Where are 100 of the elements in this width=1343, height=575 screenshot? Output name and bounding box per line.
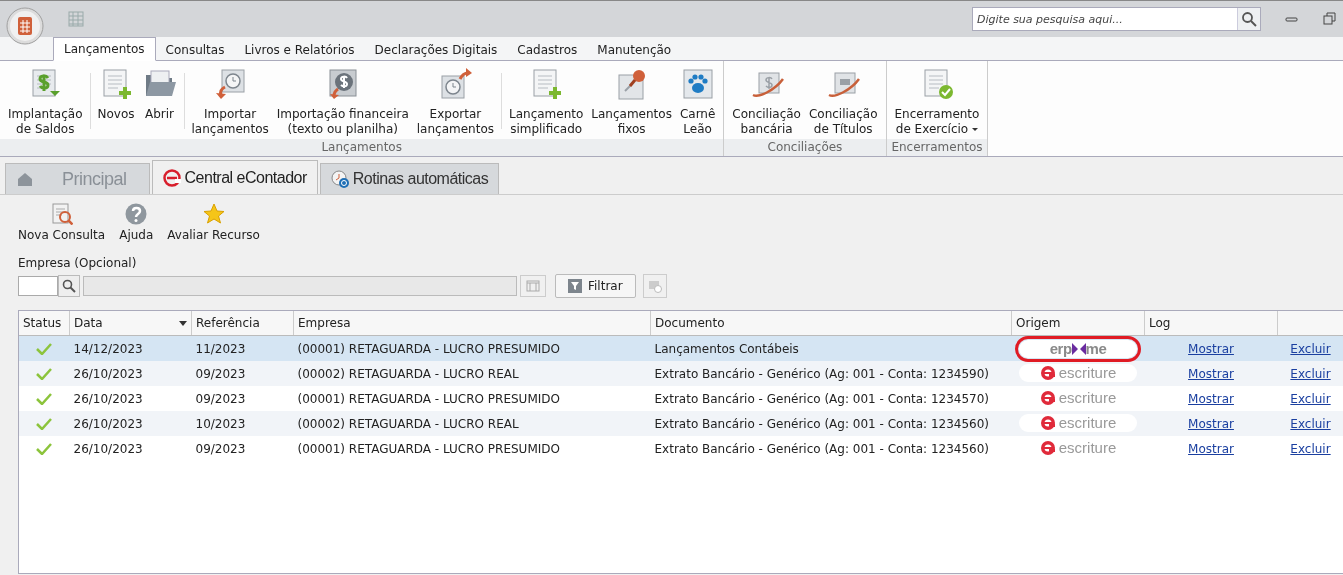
e-logo-icon [1039,439,1056,456]
column-header[interactable]: Empresa [293,311,651,336]
help-icon [125,203,148,225]
column-header[interactable]: Data [69,311,192,336]
ribbon-tab[interactable]: Cadastros [507,39,588,61]
ribbon-button[interactable]: Implantação de Saldos [4,67,87,137]
calculator-icon[interactable] [68,11,84,27]
ribbon-button[interactable]: Novos [93,67,139,122]
toolbar-button[interactable]: Avaliar Recurso [167,203,260,242]
document-tab[interactable]: Rotinas automáticas [319,163,500,194]
group-label: Encerramentos [886,139,988,156]
delete-link[interactable]: Excluir [1290,341,1331,356]
column-header[interactable] [1277,311,1343,336]
e-logo-icon [1039,364,1056,381]
table-cell: 26/10/2023 [69,436,192,461]
double-arrow-icon [1071,342,1086,355]
ribbon-tab[interactable]: Declarações Digitais [364,39,508,61]
table-cell: 26/10/2023 [69,361,192,386]
clock-import-icon [213,67,248,101]
company-field[interactable] [83,276,517,296]
column-header[interactable]: Origem [1011,311,1145,336]
column-header[interactable]: Log [1144,311,1278,336]
ribbon-tab[interactable]: Manutenção [587,39,682,61]
toolbar-button[interactable]: Nova Consulta [18,203,106,242]
group-label: Lançamentos [0,139,724,156]
search-box[interactable]: Digite sua pesquisa aqui... [972,7,1261,31]
field-label: Empresa (Opcional) [18,256,138,270]
ribbon-button[interactable]: Conciliação bancária [728,67,805,137]
home-icon [16,170,34,188]
table-cell: 11/2023 [191,335,294,361]
search-button[interactable] [58,275,80,297]
table-cell: Lançamentos Contábeis [650,335,1012,361]
ribbon-button[interactable]: Exportar lançamentos [412,67,498,137]
table-row[interactable]: 26/10/2023 09/2023 (00002) RETAGUARDA - LUCRO REAL Extrato Bancário - Genérico (Ag: 001 - Conta: 1234590) escriture Mostrar Excluir [19,361,1343,386]
log-link[interactable]: Mostrar [1188,366,1234,381]
table-cell: 26/10/2023 [69,411,192,436]
eraser-icon [646,279,663,293]
log-link[interactable]: Mostrar [1188,416,1234,431]
table-cell: (00002) RETAGUARDA - LUCRO REAL [293,361,651,386]
log-link[interactable]: Mostrar [1188,441,1234,456]
table-cell: 14/12/2023 [69,335,192,361]
ribbon-button[interactable]: Carnê Leão [675,67,720,137]
table-cell: Extrato Bancário - Genérico (Ag: 001 - Conta: 1234560) [650,436,1012,461]
column-header[interactable]: Documento [650,311,1012,336]
ribbon-button[interactable]: Importar lançamentos [187,67,273,137]
delete-link[interactable]: Excluir [1290,441,1331,456]
table-cell: (00001) RETAGUARDA - LUCRO PRESUMIDO [293,436,651,461]
columns-icon [526,280,540,292]
ribbon-button[interactable]: Abrir [138,67,181,122]
delete-link[interactable]: Excluir [1290,366,1331,381]
e-logo-icon [1039,414,1056,431]
ribbon-tab[interactable]: Consultas [155,39,235,61]
origin-logo: escriture [1019,363,1137,382]
toolbar-button[interactable]: Ajuda [119,203,154,242]
ribbon-button[interactable]: Encerramento de Exercício [890,67,984,137]
clock-export-icon [438,67,473,101]
e-logo-icon [1039,389,1056,406]
ribbon-button[interactable]: Conciliação de Títulos [804,67,882,137]
table-cell: Extrato Bancário - Genérico (Ag: 001 - Conta: 1234570) [650,386,1012,411]
search-field[interactable]: Digite sua pesquisa aqui... [973,12,1237,26]
table-cell: Extrato Bancário - Genérico (Ag: 001 - Conta: 1234560) [650,411,1012,436]
log-link[interactable]: Mostrar [1188,341,1234,356]
table-cell: Extrato Bancário - Genérico (Ag: 001 - Conta: 1234590) [650,361,1012,386]
paw-icon [680,67,715,101]
log-link[interactable]: Mostrar [1188,391,1234,406]
table-cell: 10/2023 [191,411,294,436]
delete-link[interactable]: Excluir [1290,391,1331,406]
star-icon [202,203,225,225]
search-button[interactable] [1237,8,1260,30]
ribbon-button[interactable]: Importação financeira (texto ou planilha) [272,67,413,137]
filter-button[interactable]: Filtrar [555,274,636,298]
table-cell: 09/2023 [191,436,294,461]
table-row[interactable]: 26/10/2023 09/2023 (00001) RETAGUARDA - LUCRO PRESUMIDO Extrato Bancário - Genérico (Ag: 001 - Conta: 1234570) escriture Mostrar Excluir [19,386,1343,411]
ribbon-tab[interactable]: Lançamentos [53,37,156,61]
group-label: Conciliações [724,139,886,156]
table-cell: 26/10/2023 [69,386,192,411]
column-header[interactable]: Referência [191,311,294,336]
table-cell: (00001) RETAGUARDA - LUCRO PRESUMIDO [293,386,651,411]
ribbon-button[interactable]: Lançamentos fixos [587,67,676,137]
column-header[interactable]: Status [19,311,70,336]
table-row[interactable]: 26/10/2023 10/2023 (00002) RETAGUARDA - LUCRO REAL Extrato Bancário - Genérico (Ag: 001 - Conta: 1234560) escriture Mostrar Excluir [19,411,1343,436]
e-logo-icon [162,168,181,187]
restore-icon[interactable] [1323,12,1337,26]
search-icon [62,279,76,293]
ribbon-button[interactable]: Lançamento simplificado [505,67,588,137]
table-cell: (00002) RETAGUARDA - LUCRO REAL [293,411,651,436]
document-tab[interactable]: Central eContador [151,160,318,194]
delete-link[interactable]: Excluir [1290,416,1331,431]
columns-button[interactable] [520,275,546,297]
code-field[interactable] [18,276,58,296]
origin-logo: escriture [1019,413,1137,432]
clock-sync-icon [330,170,349,188]
clear-button[interactable] [642,274,667,298]
table-cell: 09/2023 [191,361,294,386]
search-document-icon [50,203,73,225]
ribbon-tab[interactable]: Livros e Relatórios [234,39,365,61]
table-row[interactable]: 26/10/2023 09/2023 (00001) RETAGUARDA - LUCRO PRESUMIDO Extrato Bancário - Genérico (Ag: 001 - Conta: 1234560) escriture Mostrar Excluir [19,436,1343,461]
table-cell: (00001) RETAGUARDA - LUCRO PRESUMIDO [293,335,651,361]
search-icon [1241,11,1257,27]
funnel-icon [568,279,582,293]
